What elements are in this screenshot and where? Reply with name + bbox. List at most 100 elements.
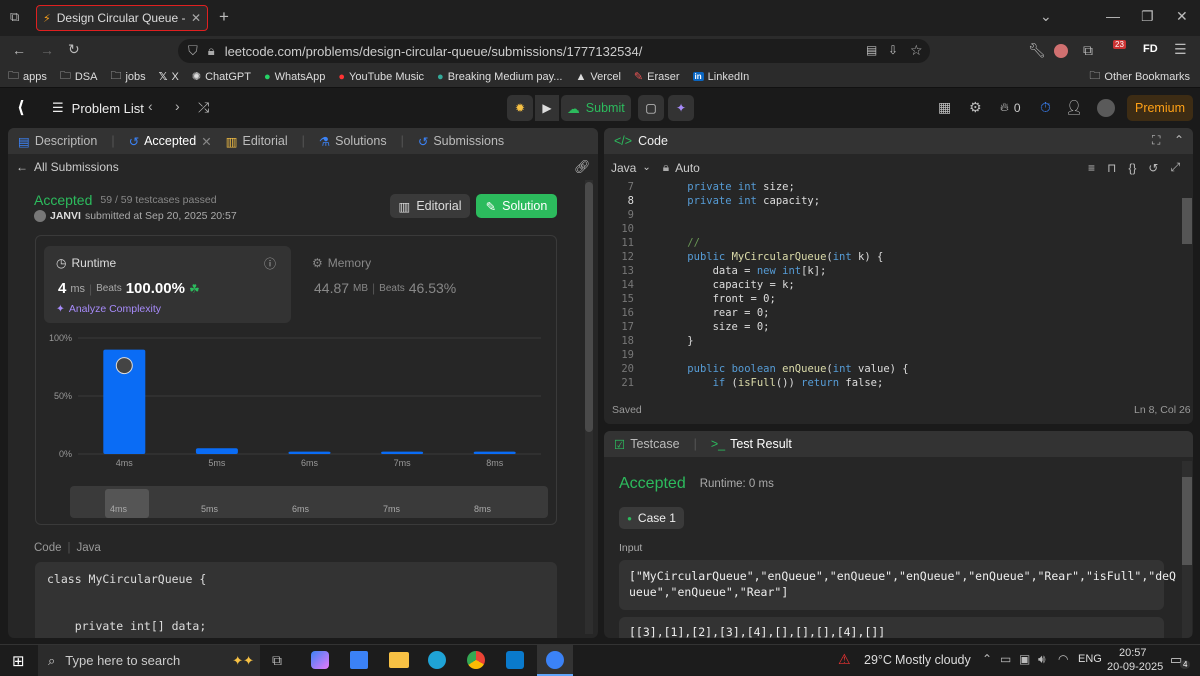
shuffle-icon[interactable]: ⤮ [198, 99, 209, 116]
bookmark-vercel[interactable]: ▲ Vercel [575, 71, 620, 83]
new-tab-icon[interactable]: + [219, 7, 229, 27]
tab-test-result[interactable]: >_ Test Result [711, 437, 792, 451]
editor-line[interactable]: 18 } [604, 334, 1174, 348]
bookmark-x[interactable]: 𝕏X [159, 70, 179, 84]
info-icon[interactable]: ⓘ [264, 255, 276, 272]
tab-editorial[interactable]: ▥ Editorial [226, 134, 288, 149]
file-explorer-icon[interactable] [389, 652, 409, 668]
runtime-card[interactable]: ◷ Runtime ⓘ 4 ms | Beats 100.00% ☘ ✦ Analy… [44, 246, 291, 323]
tab-submissions[interactable]: ↺ Submissions [418, 134, 504, 149]
bookmark-whatsapp[interactable]: ● WhatsApp [264, 71, 325, 83]
editorial-button[interactable]: ▥ Editorial [390, 194, 470, 218]
windows-start-icon[interactable]: ⊞ [12, 652, 25, 670]
bookmark-breaking-medium[interactable]: ● Breaking Medium pay... [437, 71, 562, 83]
chrome-icon[interactable] [467, 651, 485, 669]
other-bookmarks[interactable]: 🗀 Other Bookmarks [1089, 67, 1190, 86]
bookmark-star-icon[interactable]: ☆ [910, 42, 923, 59]
editor-line[interactable]: 8 private int capacity; [604, 194, 1174, 208]
maximize-icon[interactable]: ⛶ [1152, 133, 1160, 148]
back-icon[interactable]: ← [12, 42, 26, 58]
editor-line[interactable]: 12 public MyCircularQueue(int k) { [604, 250, 1174, 264]
layout-icon[interactable]: ▦ [938, 99, 951, 116]
tab-description[interactable]: ▤ Description [18, 134, 97, 149]
address-bar[interactable]: ⛉ 🔒︎ leetcode.com/problems/design-circul… [178, 39, 930, 63]
store-icon[interactable] [350, 651, 368, 669]
editor-line[interactable]: 16 rear = 0; [604, 306, 1174, 320]
notes-icon[interactable]: ▢ [638, 95, 664, 121]
close-window-icon[interactable]: ✕ [1176, 8, 1188, 25]
restore-icon[interactable]: ❐ [1141, 8, 1154, 25]
weather-text[interactable]: Mostly cloudy [895, 653, 971, 667]
bookmark-icon[interactable]: ⊓ [1107, 161, 1116, 175]
editor-line[interactable]: 14 capacity = k; [604, 278, 1174, 292]
notification-count[interactable]: 4 [1180, 660, 1191, 669]
copilot-icon[interactable] [311, 651, 329, 669]
editor-line[interactable]: 15 front = 0; [604, 292, 1174, 306]
editor-line[interactable]: 20 public boolean enQueue(int value) { [604, 362, 1174, 376]
display-icon[interactable]: ▣ [1019, 652, 1030, 666]
memory-card[interactable]: ⚙ Memory 44.87 MB | Beats 46.53% [304, 246, 544, 323]
auto-mode[interactable]: Auto [675, 161, 700, 175]
result-scrollbar[interactable] [1182, 461, 1192, 638]
left-scrollbar[interactable] [585, 180, 593, 634]
tab-accepted[interactable]: ↺ Accepted ✕ [129, 134, 212, 149]
bookmark-jobs[interactable]: 🗀 jobs [110, 67, 145, 86]
chart-bar[interactable] [381, 451, 424, 454]
extensions-icon[interactable]: ⧉ [1083, 42, 1093, 59]
settings-gear-icon[interactable]: ⚙ [969, 99, 982, 116]
expand-icon[interactable]: ⤢ [1170, 160, 1180, 175]
tab-actions-icon[interactable]: ⧉ [10, 9, 19, 25]
editor-line[interactable]: 11 // [604, 236, 1174, 250]
bookmark-apps[interactable]: 🗀 apps [8, 67, 47, 86]
language-select[interactable]: Java [611, 161, 636, 175]
timer-icon[interactable]: ⏱ [1040, 99, 1051, 116]
chart-bar[interactable] [288, 451, 331, 454]
tab-solutions[interactable]: ⚗ Solutions [319, 134, 387, 149]
user-avatar[interactable] [1097, 99, 1115, 117]
weather-alert-icon[interactable]: ⚠ [838, 651, 851, 668]
bookmark-youtube-music[interactable]: ● YouTube Music [338, 71, 424, 83]
menu-icon[interactable]: ☰ [1174, 41, 1187, 58]
language-indicator[interactable]: ENG [1078, 653, 1102, 665]
profile-initials[interactable]: FD [1143, 43, 1158, 55]
editor-line[interactable]: 10 [604, 222, 1174, 236]
clock-date[interactable]: 20-09-2025 [1107, 661, 1163, 673]
editor-line[interactable]: 21 if (isFull()) return false; [604, 376, 1174, 390]
battery-icon[interactable]: ▭ [1000, 652, 1011, 666]
vscode-icon[interactable] [506, 651, 524, 669]
minimize-icon[interactable]: — [1106, 8, 1120, 24]
extension-badge[interactable]: 23 [1113, 40, 1126, 49]
analyze-complexity-link[interactable]: ✦ Analyze Complexity [56, 303, 161, 315]
chart-bar[interactable] [195, 448, 238, 454]
edge-icon[interactable] [428, 651, 446, 669]
browser-tab[interactable]: ⚡ Design Circular Queue - LeetCo ✕ [36, 5, 208, 31]
add-friend-icon[interactable]: 👤︎ [1065, 99, 1083, 116]
taskbar-search[interactable]: ⌕ Type here to search ✦✦ [38, 645, 260, 676]
reader-icon[interactable]: ▤ [866, 43, 877, 57]
link-icon[interactable]: 🔗︎ [574, 159, 591, 175]
bookmark-chatgpt[interactable]: ✺ ChatGPT [192, 70, 251, 84]
premium-button[interactable]: Premium [1127, 95, 1193, 121]
wifi-icon[interactable]: ◠ [1058, 652, 1068, 666]
clock-time[interactable]: 20:57 [1119, 647, 1147, 659]
streak-counter[interactable]: 🔥︎ 0 [1000, 100, 1021, 115]
reset-icon[interactable]: ↺ [1148, 161, 1158, 175]
chart-bar[interactable] [473, 451, 516, 454]
run-icon[interactable]: ▶ [535, 95, 559, 121]
next-problem-icon[interactable]: › [175, 98, 180, 114]
editor-line[interactable]: 13 data = new int[k]; [604, 264, 1174, 278]
editor-line[interactable]: 17 size = 0; [604, 320, 1174, 334]
prev-problem-icon[interactable]: ‹ [148, 98, 153, 114]
wrench-icon[interactable]: 🔧︎ [1028, 42, 1046, 59]
tray-chevron-icon[interactable]: ⌃ [982, 652, 992, 666]
collapse-icon[interactable]: ⌃ [1174, 133, 1184, 147]
all-submissions-link[interactable]: ← All Submissions [16, 160, 119, 174]
close-tab-icon[interactable]: ✕ [201, 134, 211, 149]
format-icon[interactable]: ≡ [1088, 161, 1095, 175]
braces-icon[interactable]: {} [1128, 161, 1136, 175]
tab-testcase[interactable]: ☑ Testcase [614, 437, 680, 452]
bookmark-linkedin[interactable]: in LinkedIn [692, 71, 749, 83]
volume-icon[interactable]: 🔊︎ [1038, 652, 1046, 667]
editor-line[interactable]: 7 private int size; [604, 180, 1174, 194]
problem-list-button[interactable]: ☰ Problem List [52, 100, 144, 116]
